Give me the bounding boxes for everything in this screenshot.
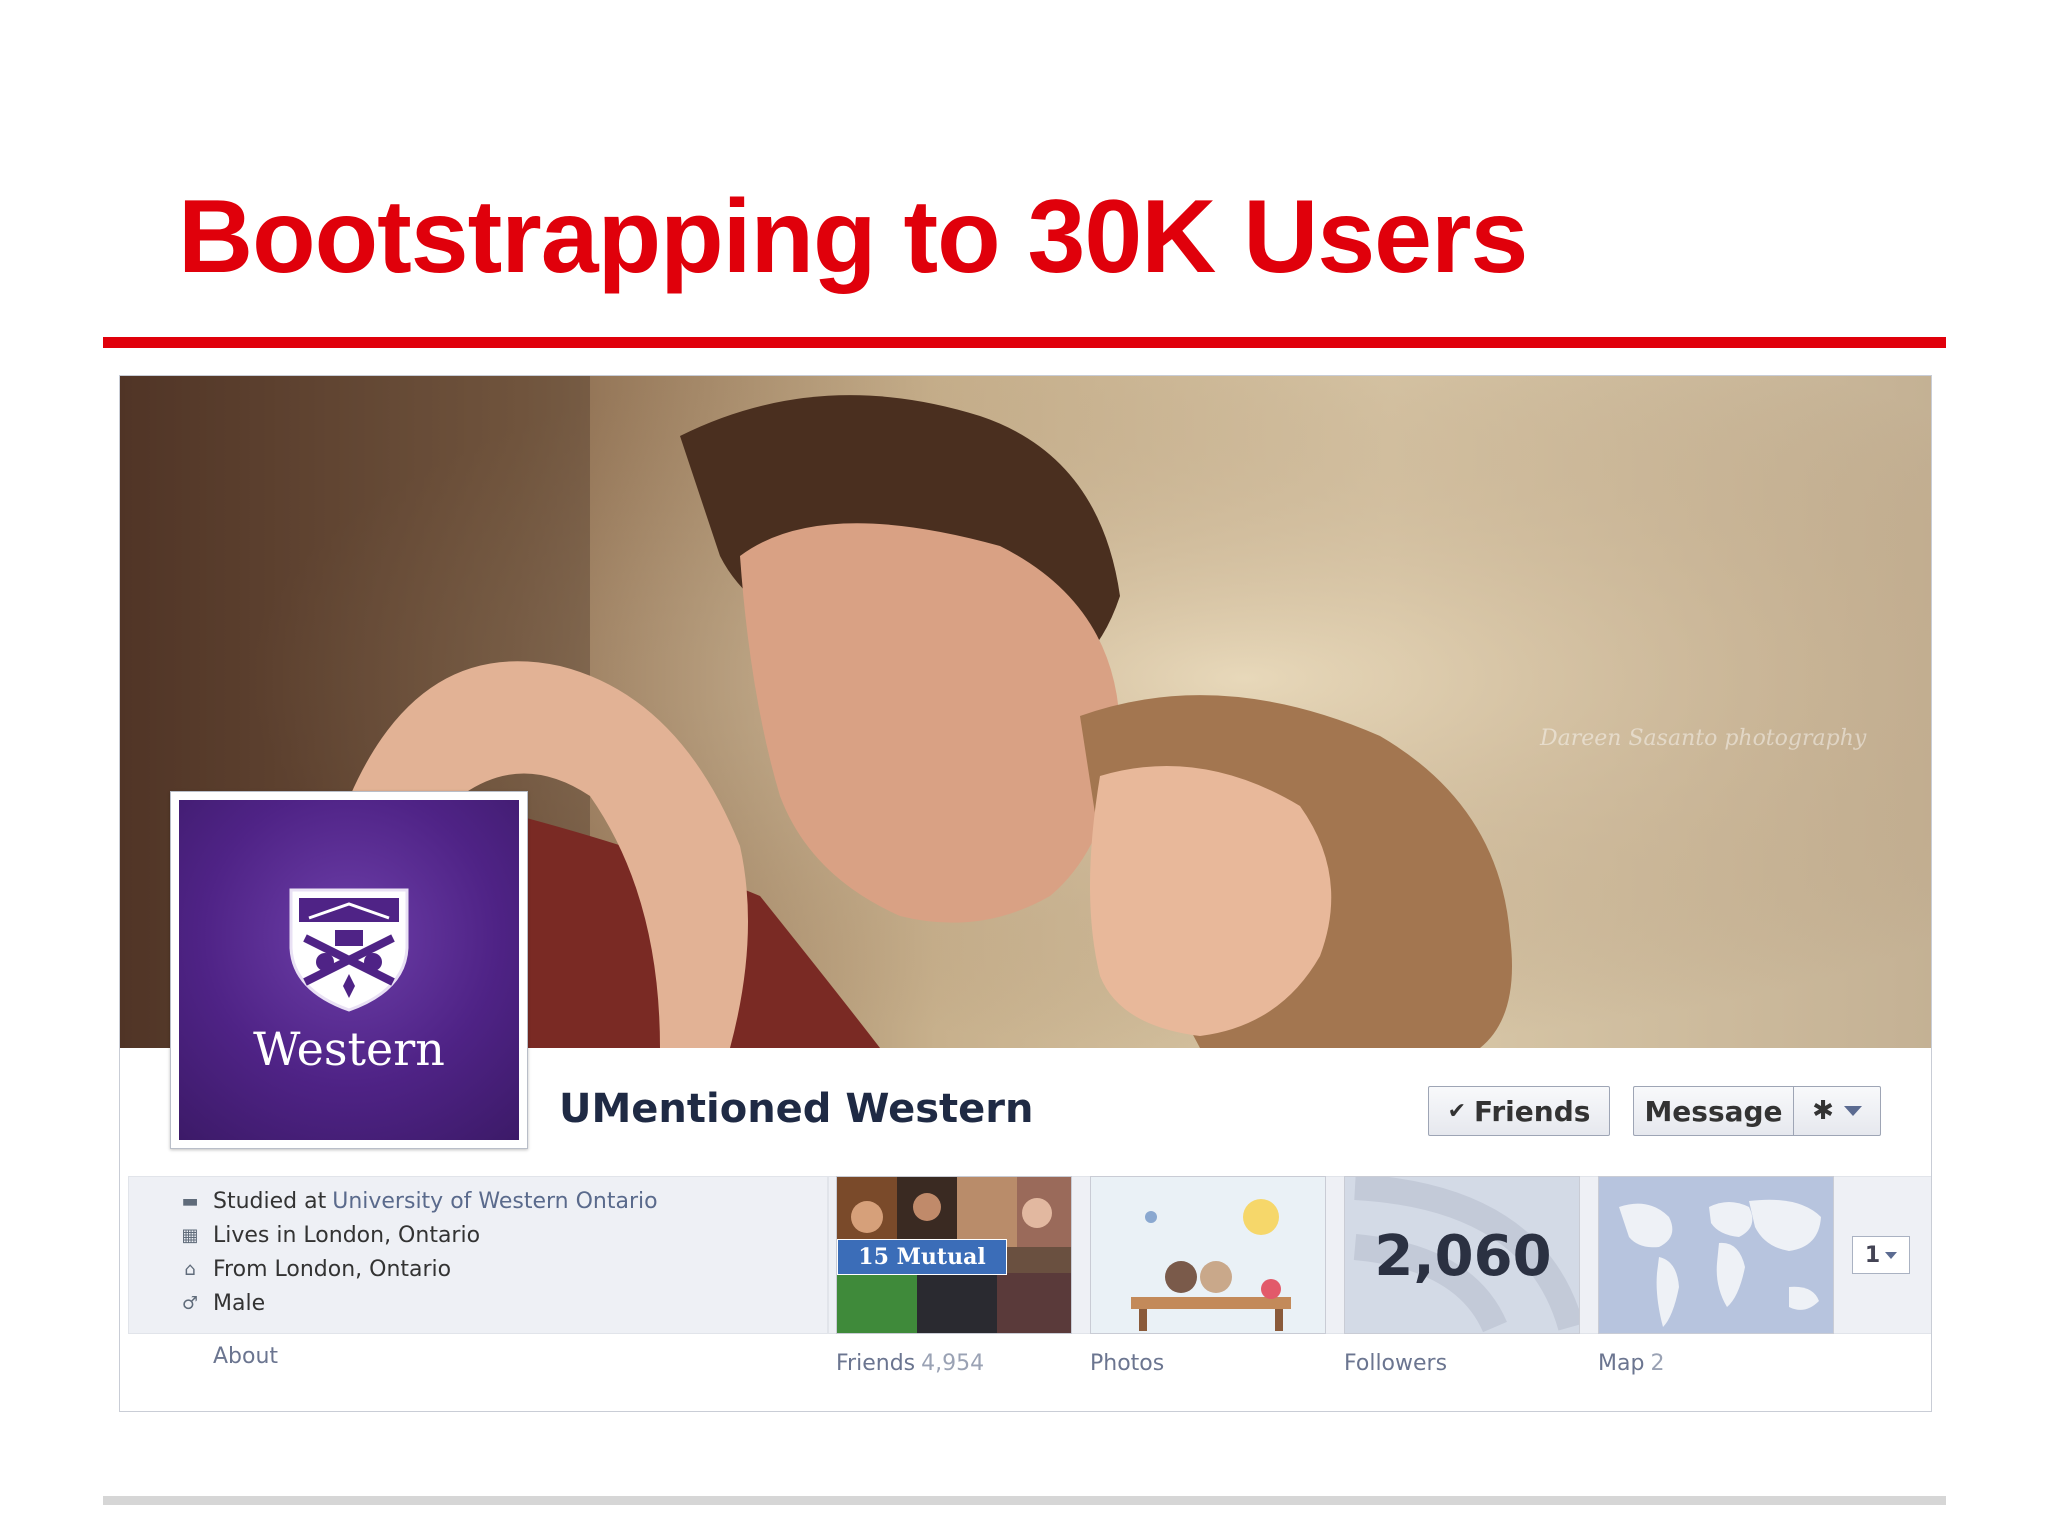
check-icon: ✔ [1447,1098,1467,1124]
slide-title: Bootstrapping to 30K Users [178,179,1528,295]
map-tile[interactable] [1598,1176,1834,1334]
info-studied-prefix: Studied at [213,1189,327,1214]
info-from-text[interactable]: From London, Ontario [213,1257,451,1282]
more-sections-dropdown[interactable]: 1 [1852,1236,1910,1274]
friends-button-label: Friends [1474,1094,1591,1128]
mutual-friends-badge: 15 Mutual [837,1239,1007,1275]
map-count: 2 [1650,1351,1665,1376]
city-icon: ▦ [181,1225,199,1246]
facebook-profile: Dareen Sasanto photography Western UMent… [119,375,1932,1412]
info-studied: ▬ Studied at University of Western Ontar… [179,1189,657,1214]
profile-name[interactable]: UMentioned Western [559,1086,1033,1132]
map-label: Map [1598,1351,1645,1376]
followers-tile[interactable]: 2,060 [1344,1176,1580,1334]
gear-icon: ✱ [1812,1096,1834,1126]
cover-watermark: Dareen Sasanto photography [1540,726,1867,751]
graduation-icon: ▬ [181,1191,199,1212]
university-crest-icon [289,888,409,1012]
map-tile-label[interactable]: Map 2 [1598,1351,1664,1376]
friends-tile[interactable]: 15 Mutual [836,1176,1072,1334]
chevron-down-icon [1843,1106,1862,1116]
avatar-wordmark: Western [253,1022,445,1076]
friends-button[interactable]: ✔ Friends [1428,1086,1610,1136]
profile-picture[interactable]: Western [170,791,528,1149]
settings-dropdown-button[interactable]: ✱ [1793,1086,1881,1136]
bottom-divider [103,1496,1946,1505]
friends-count: 4,954 [921,1351,985,1376]
world-map [1599,1177,1833,1333]
house-icon: ⌂ [184,1259,196,1280]
more-count: 1 [1864,1242,1881,1268]
info-from: ⌂ From London, Ontario [179,1257,451,1282]
message-button[interactable]: Message [1633,1086,1793,1136]
info-gender: ♂ Male [179,1291,265,1316]
friends-label: Friends [836,1351,916,1376]
info-lives-text[interactable]: Lives in London, Ontario [213,1223,480,1248]
about-summary: ▬ Studied at University of Western Ontar… [128,1176,828,1334]
message-button-label: Message [1644,1094,1783,1128]
title-divider [103,337,1946,348]
followers-count: 2,060 [1374,1223,1552,1289]
followers-tile-label[interactable]: Followers [1344,1351,1447,1376]
friends-tile-label[interactable]: Friends 4,954 [836,1351,984,1376]
about-link[interactable]: About [213,1344,278,1369]
photos-thumbnail [1091,1177,1325,1333]
chevron-down-icon [1885,1251,1898,1259]
info-lives: ▦ Lives in London, Ontario [179,1223,480,1248]
photos-tile[interactable] [1090,1176,1326,1334]
avatar: Western [179,800,519,1140]
photos-tile-label[interactable]: Photos [1090,1351,1164,1376]
info-gender-text: Male [213,1291,266,1316]
male-icon: ♂ [181,1293,199,1314]
university-link[interactable]: University of Western Ontario [332,1189,657,1214]
